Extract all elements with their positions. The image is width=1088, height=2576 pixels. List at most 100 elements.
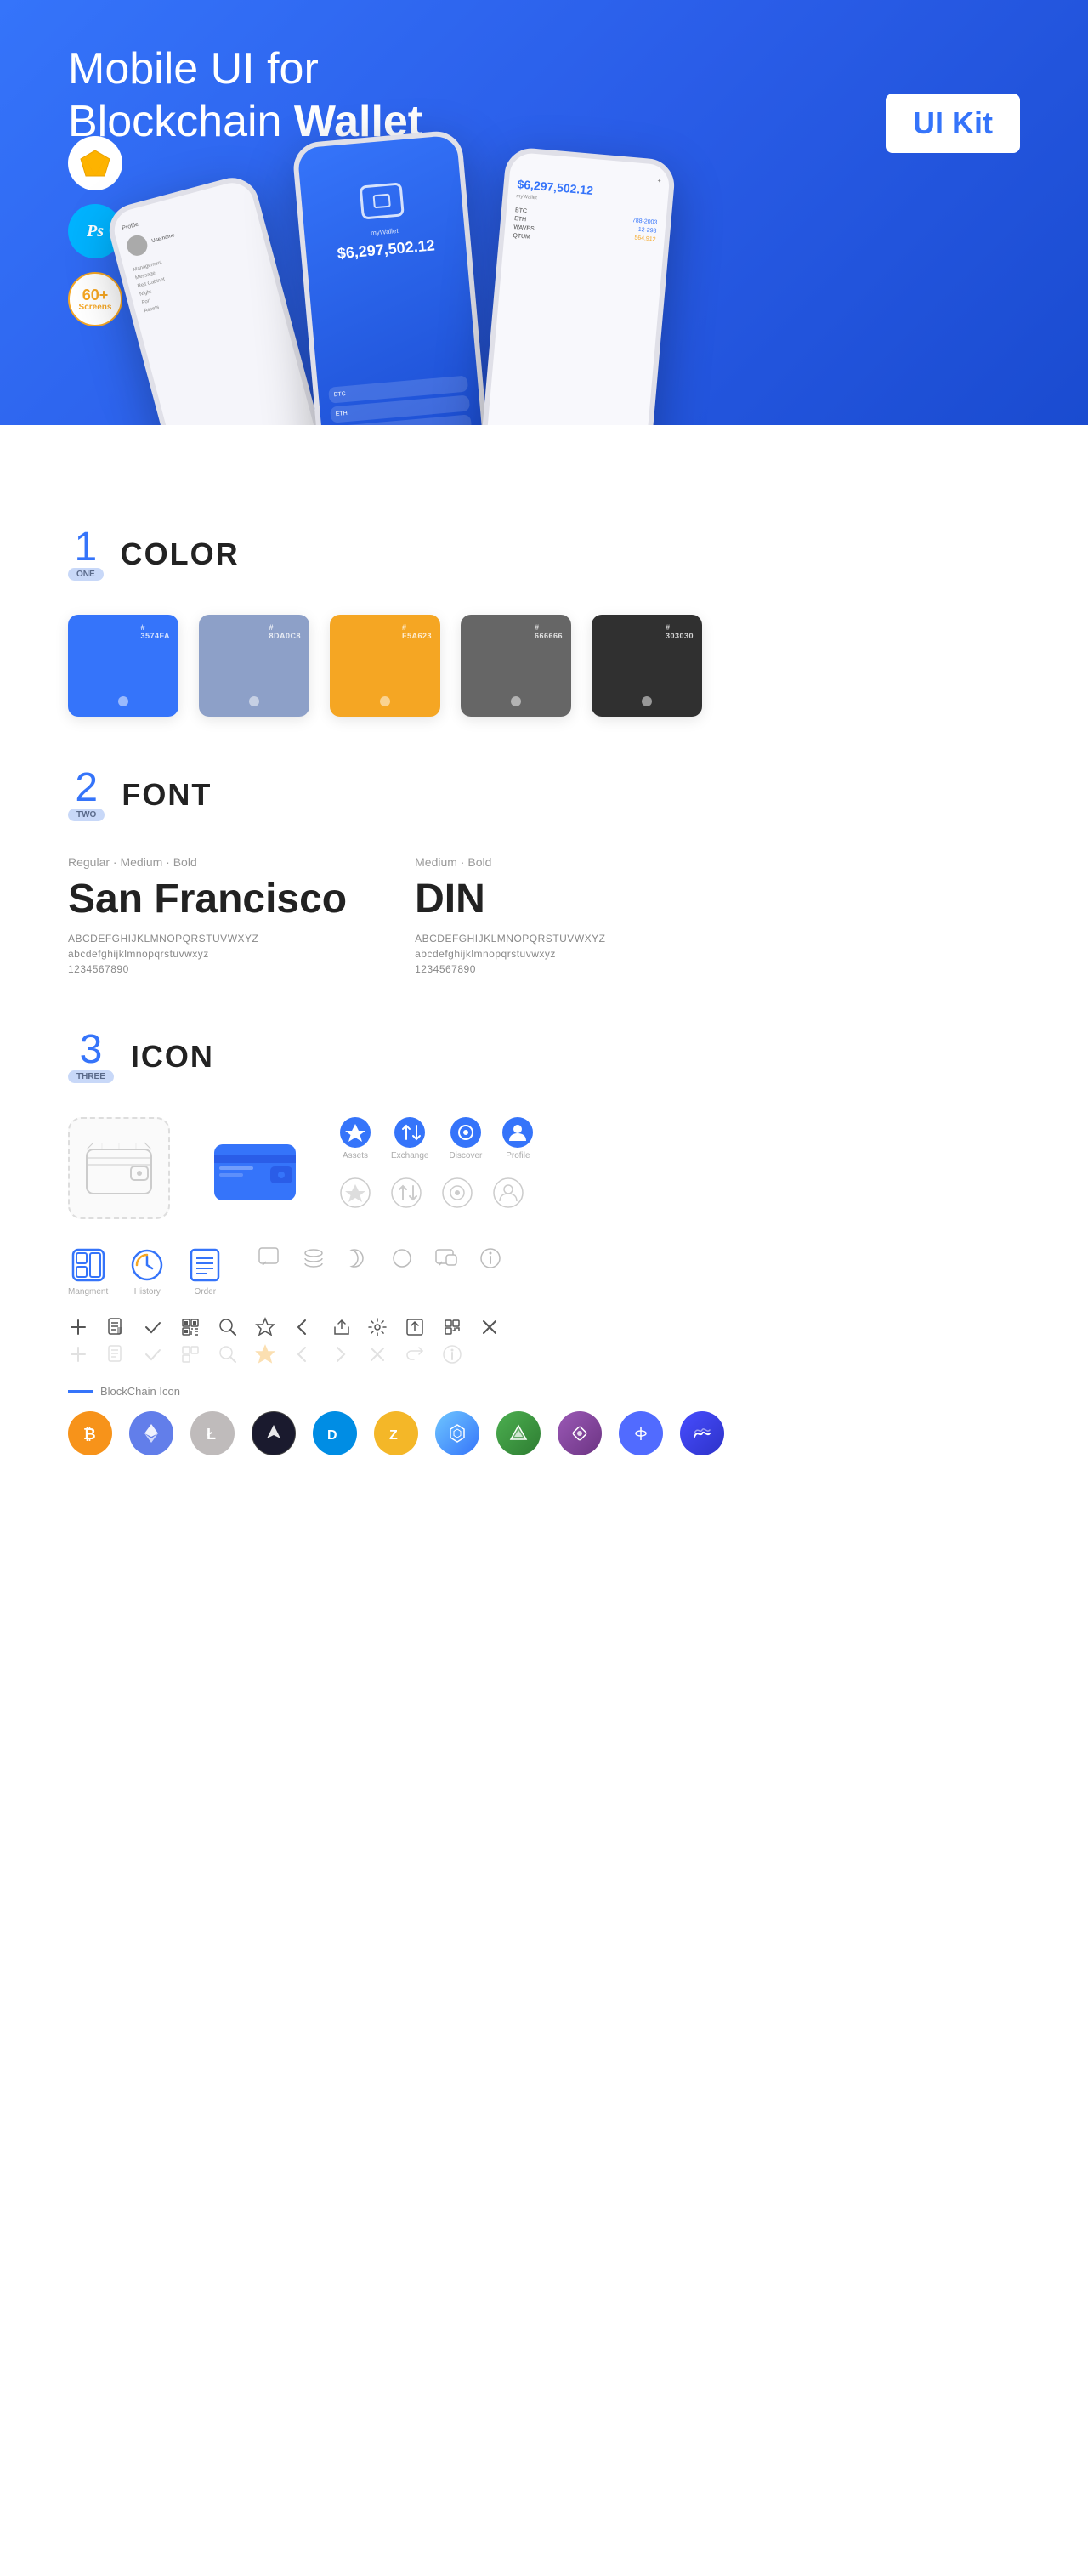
color-swatches: #3574FA #8DA0C8 #F5A623 #666666 #303 [68, 615, 1020, 717]
redo-ghost-icon [405, 1344, 425, 1365]
utility-icons-section [68, 1317, 1020, 1365]
nav-icons-container: Assets Exchange D [340, 1117, 533, 1208]
color-card-gray: #666666 [461, 615, 571, 717]
svg-text:Z: Z [389, 1428, 398, 1443]
wallet-wireframe-icon [68, 1117, 170, 1219]
check-ghost-icon [143, 1344, 163, 1365]
nav-icons-active-row: Assets Exchange D [340, 1117, 533, 1160]
blockchain-line-decoration [68, 1390, 94, 1393]
phones-area: Profile Username Management Message Reit… [136, 85, 1088, 425]
order-icon-group: Order [186, 1246, 224, 1297]
screens-badge: 60+ Screens [68, 272, 122, 326]
order-label: Order [194, 1287, 216, 1297]
font-section-header: 2 TWO FONT [68, 768, 1020, 821]
moon-icon [346, 1246, 370, 1270]
assets-ghost-icon [340, 1177, 371, 1208]
phone-right: + $6,297,502.12 myWallet BTC 788-2003 ET… [479, 146, 677, 425]
search-ghost-icon [218, 1344, 238, 1365]
band-icon [619, 1411, 663, 1455]
font-num-label: TWO [68, 809, 105, 821]
main-content: 1 ONE COLOR #3574FA #8DA0C8 #F5A623 [0, 425, 1088, 1506]
star-active-icon [255, 1344, 275, 1365]
phone-mid: myWallet $6,297,502.12 BTC ETH WAVES [292, 129, 490, 425]
bottom-nav-icons-section: Mangment History O [68, 1246, 1020, 1297]
speech-bubble-icon [434, 1246, 458, 1270]
assets-label: Assets [343, 1151, 368, 1160]
small-icons-row-1 [258, 1246, 502, 1270]
blockchain-label-text: BlockChain Icon [100, 1385, 180, 1398]
check-icon [143, 1317, 163, 1337]
safe-icon [496, 1411, 541, 1455]
din-name: DIN [415, 876, 605, 922]
discover-label: Discover [449, 1151, 482, 1160]
color-card-dark: #303030 [592, 615, 702, 717]
forward-ghost-icon [330, 1344, 350, 1365]
font-section: Regular · Medium · Bold San Francisco AB… [68, 855, 1020, 979]
helium-icon [680, 1411, 724, 1455]
icon-section-num: 3 THREE [68, 1030, 114, 1083]
upload-icon [405, 1317, 425, 1337]
qr-icon [180, 1317, 201, 1337]
blockchain-label: BlockChain Icon [68, 1385, 1020, 1398]
profile-label: Profile [506, 1151, 530, 1160]
svg-text:Ł: Ł [207, 1426, 216, 1443]
search-icon [218, 1317, 238, 1337]
color-section-num: 1 ONE [68, 527, 104, 581]
color-section-title: COLOR [121, 536, 240, 572]
crypto-icons-row: ₿ Ł D [68, 1411, 1020, 1455]
font-col-sf: Regular · Medium · Bold San Francisco AB… [68, 855, 347, 979]
qr-ghost-icon [180, 1344, 201, 1365]
font-col-din: Medium · Bold DIN ABCDEFGHIJKLMNOPQRSTUV… [415, 855, 605, 979]
management-icon-group: Mangment [68, 1246, 108, 1297]
color-num-label: ONE [68, 568, 104, 581]
back-icon [292, 1317, 313, 1337]
close-icon [479, 1317, 500, 1337]
color-card-blue: #3574FA [68, 615, 178, 717]
svg-text:₿: ₿ [83, 1426, 96, 1443]
info-icon [479, 1246, 502, 1270]
color-card-slate: #8DA0C8 [199, 615, 309, 717]
icon-num-big: 3 [80, 1030, 103, 1070]
star-icon [255, 1317, 275, 1337]
icon-section-header: 3 THREE ICON [68, 1030, 1020, 1083]
font-section-title: FONT [122, 777, 212, 813]
document-ghost-icon [105, 1344, 126, 1365]
ps-label: Ps [87, 222, 104, 241]
chat-icon [258, 1246, 281, 1270]
dash-icon: D [313, 1411, 357, 1455]
discover-ghost-icon [442, 1177, 473, 1208]
svg-text:D: D [327, 1428, 337, 1443]
icon-num-label: THREE [68, 1070, 114, 1083]
history-icon-group: History [128, 1246, 166, 1297]
plus-icon [68, 1317, 88, 1337]
wing-icon [252, 1411, 296, 1455]
document-icon [105, 1317, 126, 1337]
sketch-badge [68, 136, 122, 190]
resize-icon [442, 1317, 462, 1337]
utility-icons-ghost [68, 1344, 1020, 1365]
assets-icon-group: Assets [340, 1117, 371, 1160]
icon-main-display: Assets Exchange D [68, 1117, 1020, 1219]
plus-ghost-icon [68, 1344, 88, 1365]
utility-icons-active [68, 1317, 1020, 1337]
din-lowercase: abcdefghijklmnopqrstuvwxyz [415, 948, 605, 960]
circle-icon [390, 1246, 414, 1270]
discover-icon-group: Discover [449, 1117, 482, 1160]
small-icons-container [258, 1246, 502, 1270]
hero-section: Mobile UI for Blockchain Wallet Ps 60+ S… [0, 0, 1088, 425]
din-uppercase: ABCDEFGHIJKLMNOPQRSTUVWXYZ [415, 933, 605, 945]
profile-ghost-icon [493, 1177, 524, 1208]
sf-name: San Francisco [68, 876, 347, 922]
ethereum-icon [129, 1411, 173, 1455]
history-label: History [134, 1287, 161, 1297]
color-num-big: 1 [74, 527, 97, 568]
color-section-header: 1 ONE COLOR [68, 527, 1020, 581]
profile-icon-group: Profile [502, 1117, 533, 1160]
litecoin-icon: Ł [190, 1411, 235, 1455]
color-card-orange: #F5A623 [330, 615, 440, 717]
prism-icon [558, 1411, 602, 1455]
sf-weights: Regular · Medium · Bold [68, 855, 347, 869]
share-icon [330, 1317, 350, 1337]
din-numbers: 1234567890 [415, 963, 605, 975]
wallet-solid-icon [204, 1117, 306, 1219]
